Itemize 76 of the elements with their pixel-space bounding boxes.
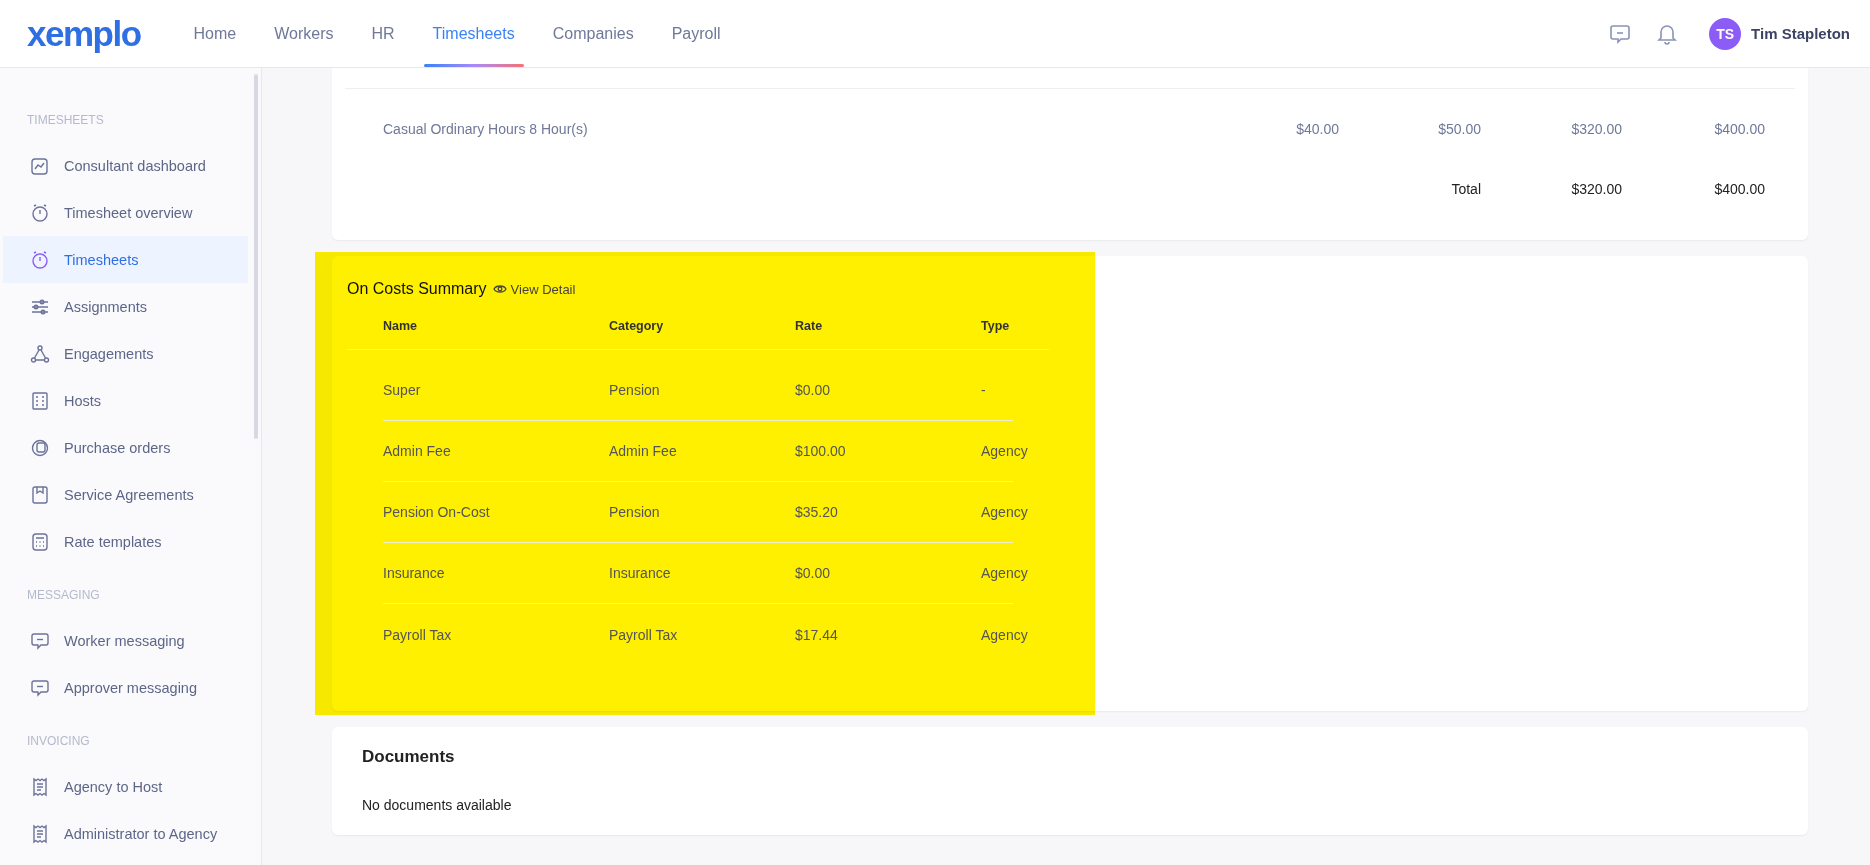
sidebar-item[interactable]: Agency to Host: [3, 763, 248, 810]
triangle-icon: [30, 343, 50, 364]
column-header: Rate: [795, 318, 824, 333]
scrollbar[interactable]: [254, 74, 258, 439]
table-cell-text: Admin Fee: [609, 443, 678, 459]
chat-icon: [30, 630, 50, 651]
sidebar-item[interactable]: Timesheets: [3, 236, 248, 283]
column-header: Category: [609, 318, 665, 333]
table-cell-text: Pension: [609, 504, 661, 520]
column-header: Type: [981, 318, 1011, 333]
nav-tab[interactable]: Payroll: [652, 0, 740, 67]
table-cell-text: $400.00: [1713, 121, 1765, 137]
table-cell-text: $17.44: [795, 626, 839, 643]
total-value: $400.00: [1713, 181, 1765, 197]
timer-icon: [30, 249, 50, 270]
eye-icon: [492, 284, 507, 294]
section-title: Documents: [362, 747, 456, 768]
sidebar-item[interactable]: Rate templates: [3, 518, 248, 565]
table-cell-text: Agency: [981, 626, 1029, 643]
nav-tab[interactable]: Companies: [533, 0, 653, 67]
view-detail-link[interactable]: View Detail: [492, 281, 576, 297]
section-heading: INVOICING: [26, 733, 91, 750]
bell-icon[interactable]: [1657, 22, 1678, 45]
table-cell-text: $35.20: [795, 504, 839, 520]
calc-icon: [30, 531, 50, 552]
table-cell-text: Insurance: [383, 565, 446, 581]
receipt-icon: [30, 823, 50, 844]
table-cell-text: $0.00: [795, 565, 832, 581]
sidebar-item[interactable]: Purchase orders: [3, 424, 248, 471]
sidebar-item[interactable]: Worker messaging: [3, 617, 248, 664]
table-cell-text: $0.00: [795, 382, 832, 398]
building-icon: [30, 390, 50, 411]
user-name[interactable]: Tim Stapleton: [1751, 25, 1850, 42]
table-cell-text: $100.00: [795, 443, 847, 459]
sidebar-item[interactable]: Assignments: [3, 283, 248, 330]
table-cell-text: $50.00: [1437, 121, 1481, 137]
total-value: $320.00: [1570, 181, 1622, 197]
table-cell-text: Pension On-Cost: [383, 504, 491, 520]
table-cell-text: Insurance: [609, 565, 672, 581]
receipt-icon: [30, 776, 50, 797]
sidebar-item[interactable]: Timesheet overview: [3, 189, 248, 236]
bookmark-icon: [30, 484, 50, 505]
sidebar-item[interactable]: Service Agreements: [3, 471, 248, 518]
sidebar-item[interactable]: Hosts: [3, 377, 248, 424]
sidebar-item[interactable]: Engagements: [3, 330, 248, 377]
table-cell-text: Payroll Tax: [609, 626, 679, 643]
nav-tab[interactable]: Workers: [255, 0, 353, 67]
nav-tab[interactable]: Home: [174, 0, 256, 67]
table-cell-text: Admin Fee: [383, 443, 452, 459]
table-cell-text: Pension: [609, 382, 661, 398]
table-cell-text: Agency: [981, 565, 1029, 581]
nav-tab[interactable]: HR: [352, 0, 414, 67]
chart-icon: [30, 155, 50, 176]
table-cell-text: Casual Ordinary Hours 8 Hour(s): [383, 121, 589, 137]
table-cell-text: Agency: [981, 504, 1029, 520]
sidebar-item[interactable]: Administrator to Agency: [3, 810, 248, 857]
section-heading: TIMESHEETS: [26, 112, 105, 129]
total-label: Total: [1450, 181, 1481, 197]
empty-message: No documents available: [362, 797, 513, 813]
column-header: Name: [383, 318, 419, 333]
logo[interactable]: xemplo: [27, 16, 141, 51]
table-cell-text: Agency: [981, 443, 1029, 459]
table-cell-text: -: [981, 382, 987, 398]
clock-icon: [30, 202, 50, 223]
sidebar-item[interactable]: Consultant dashboard: [3, 142, 248, 189]
table-cell-text: $40.00: [1295, 121, 1339, 137]
sidebar-item[interactable]: Approver messaging: [3, 664, 248, 711]
chat-icon: [30, 677, 50, 698]
table-cell-text: Super: [383, 382, 422, 398]
nav-tab[interactable]: Timesheets: [413, 0, 534, 67]
chat-icon[interactable]: [1609, 22, 1632, 45]
section-title: On Costs Summary: [347, 280, 487, 298]
table-cell-text: $320.00: [1570, 121, 1622, 137]
table-cell-text: Payroll Tax: [383, 626, 453, 643]
user-avatar[interactable]: TS: [1709, 17, 1742, 50]
section-heading: MESSAGING: [26, 587, 101, 604]
